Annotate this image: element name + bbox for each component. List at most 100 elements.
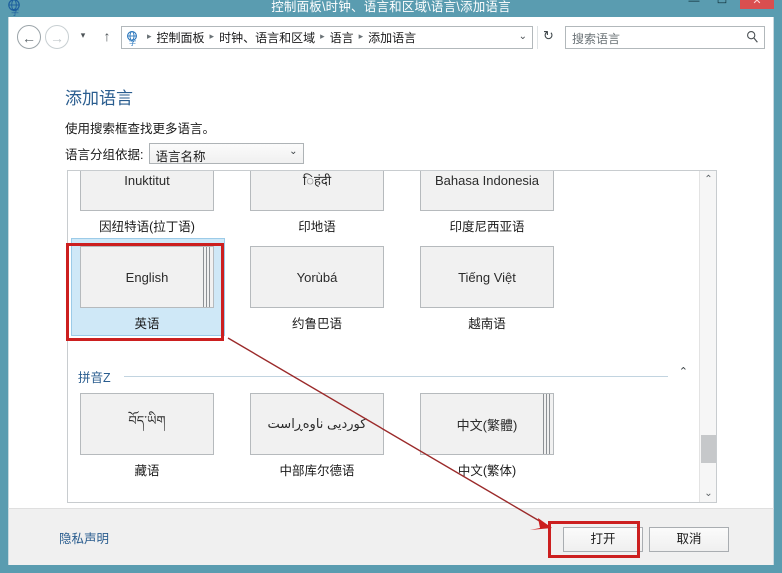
breadcrumb-separator: ▸ xyxy=(316,31,329,42)
window-title: 控制面板\时钟、语言和区域\语言\添加语言 xyxy=(0,0,782,15)
language-tile-box[interactable]: Bahasa Indonesia xyxy=(420,170,554,211)
breadcrumb-item-3[interactable]: 添加语言 xyxy=(367,29,417,46)
language-tile-box[interactable]: िहंदी xyxy=(250,170,384,211)
maximize-icon: ▭ xyxy=(708,0,736,7)
breadcrumb-item-2[interactable]: 语言 xyxy=(329,29,355,46)
list-scrollbar[interactable]: ⌃ ⌄ xyxy=(699,171,716,502)
language-native-name: བོད་ཡིག xyxy=(128,406,165,443)
language-tile-row: Inuktitut 因纽特语(拉丁语)िहंदी 印地语 Bahasa Indones… xyxy=(68,170,698,235)
chevron-down-icon: ▾ xyxy=(75,30,91,41)
up-one-level-button[interactable]: ↑ xyxy=(97,25,117,49)
language-caption: 中文(繁体) xyxy=(420,460,554,479)
language-tile[interactable]: کوردیی ناوەڕاست 中部库尔德语 xyxy=(250,393,408,479)
recent-locations-button[interactable]: ▾ xyxy=(75,25,91,49)
chevron-down-icon: ⌄ xyxy=(289,146,297,157)
language-tile[interactable]: Bahasa Indonesia 印度尼西亚语 xyxy=(420,170,578,235)
language-tile-wrap: िहंदी 印地语 xyxy=(250,170,408,235)
language-tile-box[interactable]: کوردیی ناوەڕاست xyxy=(250,393,384,455)
search-icon xyxy=(746,30,759,47)
language-tile-wrap: བོད་ཡིག 藏语 xyxy=(80,393,238,479)
breadcrumb-separator: ▸ xyxy=(143,31,156,42)
page-title: 添加语言 xyxy=(65,84,133,109)
scrollbar-thumb[interactable] xyxy=(701,435,716,463)
language-native-name: Inuktitut xyxy=(124,173,170,188)
chevron-up-icon[interactable]: ⌃ xyxy=(679,365,688,378)
language-tile-wrap: English 英语 xyxy=(71,238,225,336)
group-header-rule xyxy=(124,376,668,377)
language-tile-row: English 英语 Yorùbá约鲁巴语 Tiếng Việt 越南语 xyxy=(68,246,698,336)
breadcrumb-separator: ▸ xyxy=(206,31,219,42)
language-group-header[interactable]: 拼音Z ⌃ xyxy=(78,367,690,385)
navigation-bar: ← → ▾ ↑ 字 ▸ 控制面板 ▸ 时钟、语言和区域 ▸ xyxy=(8,17,774,57)
up-arrow-icon: ↑ xyxy=(97,28,117,44)
language-tile[interactable]: 中文(繁體) 中文(繁体) xyxy=(420,393,578,479)
language-globe-icon: 字 xyxy=(125,30,141,46)
language-tile-box[interactable]: Yorùbá xyxy=(250,246,384,308)
language-native-name: 中文(繁體) xyxy=(457,415,518,434)
language-native-name: Tiếng Việt xyxy=(458,270,516,285)
close-button[interactable]: ✕ xyxy=(740,0,774,9)
minimize-button[interactable]: — xyxy=(680,0,708,9)
minimize-icon: — xyxy=(680,0,708,7)
page-subtitle: 使用搜索框查找更多语言。 xyxy=(65,118,215,137)
privacy-statement-link[interactable]: 隐私声明 xyxy=(59,528,109,547)
language-tile[interactable]: Inuktitut 因纽特语(拉丁语) xyxy=(80,170,238,235)
language-tile-wrap: 中文(繁體) 中文(繁体) xyxy=(420,393,578,479)
address-bar[interactable]: 字 ▸ 控制面板 ▸ 时钟、语言和区域 ▸ 语言 ▸ 添加语言 ⌄ xyxy=(121,26,533,49)
language-native-name: िहंदी xyxy=(303,171,331,189)
language-tile-box[interactable]: བོད་ཡིག xyxy=(80,393,214,455)
scroll-down-icon[interactable]: ⌄ xyxy=(700,485,717,502)
chevron-down-icon[interactable]: ⌄ xyxy=(519,31,527,42)
scroll-up-icon[interactable]: ⌃ xyxy=(700,171,717,188)
back-arrow-icon: ← xyxy=(18,28,40,48)
svg-text:字: 字 xyxy=(129,38,136,46)
refresh-button[interactable]: ↻ xyxy=(537,26,559,49)
language-tile-box[interactable]: Inuktitut xyxy=(80,170,214,211)
forward-button[interactable]: → xyxy=(45,25,69,49)
language-tile-wrap: Inuktitut 因纽特语(拉丁语) xyxy=(80,170,238,235)
forward-arrow-icon: → xyxy=(46,28,68,48)
language-tile-wrap: Yorùbá约鲁巴语 xyxy=(250,246,408,332)
language-tile-box[interactable]: Tiếng Việt xyxy=(420,246,554,308)
breadcrumb-item-1[interactable]: 时钟、语言和区域 xyxy=(218,29,316,46)
language-tile-box[interactable]: 中文(繁體) xyxy=(420,393,554,455)
language-tile[interactable]: Tiếng Việt 越南语 xyxy=(420,246,578,336)
breadcrumb-separator: ▸ xyxy=(355,31,368,42)
group-by-label: 语言分组依据: xyxy=(65,144,143,163)
language-caption: 中部库尔德语 xyxy=(250,460,384,479)
language-tile[interactable]: िहंदी 印地语 xyxy=(250,170,408,235)
language-native-name: English xyxy=(126,270,169,285)
language-caption: 因纽特语(拉丁语) xyxy=(80,216,214,235)
language-caption: 越南语 xyxy=(420,313,554,332)
group-by-select[interactable]: 语言名称 ⌄ xyxy=(149,143,304,164)
language-caption: 印度尼西亚语 xyxy=(420,216,554,235)
open-button[interactable]: 打开 xyxy=(563,527,643,552)
search-placeholder: 搜索语言 xyxy=(572,30,620,47)
group-by-value: 语言名称 xyxy=(155,146,205,165)
language-tile-wrap: کوردیی ناوەڕاست 中部库尔德语 xyxy=(250,393,408,479)
language-tile-box[interactable]: English xyxy=(80,246,214,308)
language-list-inner: Inuktitut 因纽特语(拉丁语)िहंदी 印地语 Bahasa Indones… xyxy=(68,171,698,503)
back-button[interactable]: ← xyxy=(17,25,41,49)
language-native-name: کوردیی ناوەڕاست xyxy=(268,416,367,432)
dialog-footer: 隐私声明 打开 取消 xyxy=(8,508,774,565)
language-tile[interactable]: བོད་ཡིག 藏语 xyxy=(80,393,238,479)
breadcrumb-item-0[interactable]: 控制面板 xyxy=(156,29,206,46)
language-caption: 英语 xyxy=(80,313,214,332)
language-tile-row: བོད་ཡིག藏语کوردیی ناوەڕاست中部库尔德语中文(繁體)中文(繁… xyxy=(68,393,698,479)
maximize-button[interactable]: ▭ xyxy=(708,0,736,9)
group-header-label: 拼音Z xyxy=(78,367,111,386)
language-tile-wrap: Bahasa Indonesia 印度尼西亚语 xyxy=(420,170,578,235)
cancel-button[interactable]: 取消 xyxy=(649,527,729,552)
language-list[interactable]: Inuktitut 因纽特语(拉丁语)िहंदी 印地语 Bahasa Indones… xyxy=(67,170,717,503)
language-caption: 藏语 xyxy=(80,460,214,479)
language-caption: 印地语 xyxy=(250,216,384,235)
search-input[interactable]: 搜索语言 xyxy=(565,26,765,49)
title-bar: 字 控制面板\时钟、语言和区域\语言\添加语言 — ▭ ✕ xyxy=(0,0,782,17)
language-tile[interactable]: English 英语 xyxy=(80,246,238,336)
close-icon: ✕ xyxy=(740,0,774,7)
content-pane: 添加语言 使用搜索框查找更多语言。 语言分组依据: 语言名称 ⌄ Inuktit… xyxy=(8,57,774,508)
group-by-row: 语言分组依据: 语言名称 ⌄ xyxy=(65,143,304,164)
language-tile[interactable]: Yorùbá约鲁巴语 xyxy=(250,246,408,336)
language-native-name: Bahasa Indonesia xyxy=(435,173,539,188)
